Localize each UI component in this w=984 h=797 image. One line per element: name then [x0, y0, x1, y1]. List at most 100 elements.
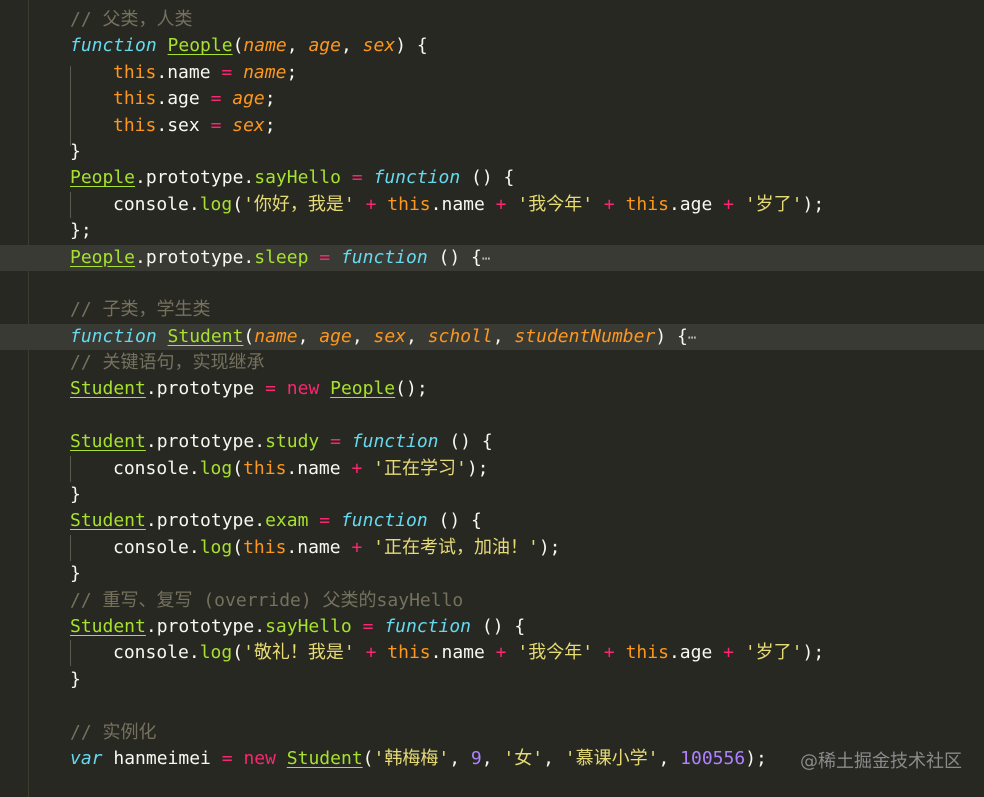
code-line-5[interactable]: this.sex = sex; — [0, 113, 984, 139]
code-line-15[interactable]: Student.prototype = new People(); — [0, 376, 984, 402]
code-line-27[interactable] — [0, 693, 984, 719]
code-line-12[interactable]: // 子类，学生类 — [0, 297, 984, 323]
class-name: Student — [70, 615, 146, 637]
code-line-17[interactable]: Student.prototype.study = function () { — [0, 429, 984, 455]
code-line-10[interactable]: People.prototype.sleep = function () {⋯ — [0, 244, 984, 271]
watermark-text: @稀土掘金技术社区 — [800, 751, 962, 772]
console: console. — [113, 536, 200, 558]
console: console. — [113, 457, 200, 479]
class-name: People — [167, 35, 233, 57]
comment: // 子类，学生类 — [70, 299, 211, 321]
code-line-3[interactable]: this.name = name; — [0, 60, 984, 86]
param: name — [254, 325, 298, 347]
comment: // 实例化 — [70, 721, 157, 743]
this-keyword: this — [113, 114, 157, 136]
class-name: People — [70, 246, 136, 268]
code-line-19[interactable]: } — [0, 482, 984, 508]
string: '正在学习' — [373, 457, 467, 479]
this-keyword: this — [113, 61, 157, 83]
prototype: .prototype. — [135, 246, 255, 268]
number: 9 — [470, 747, 482, 769]
console: console. — [113, 642, 200, 664]
property: .age — [668, 642, 713, 664]
comment: // 重写、复写 (override) 父类的sayHello — [70, 589, 464, 611]
property: .name — [286, 536, 341, 558]
keyword-function: function — [70, 35, 157, 57]
code-line-6[interactable]: } — [0, 139, 984, 165]
fold-ellipsis-icon[interactable]: ⋯ — [482, 251, 490, 267]
this-keyword: this — [625, 642, 669, 664]
code-line-9[interactable]: }; — [0, 218, 984, 244]
property: .name — [430, 642, 485, 664]
code-line-25[interactable]: console.log('敬礼！我是' + this.name + '我今年' … — [0, 640, 984, 666]
param: studentNumber — [514, 325, 656, 347]
keyword-function: function — [351, 431, 439, 453]
method-name: exam — [265, 510, 309, 532]
code-line-2[interactable]: function People(name, age, sex) { — [0, 33, 984, 59]
keyword-new: new — [286, 378, 320, 400]
code-editor[interactable]: // 父类，人类 function People(name, age, sex)… — [0, 0, 984, 797]
param: sex — [362, 35, 396, 57]
class-name: Student — [70, 378, 146, 400]
code-line-26[interactable]: } — [0, 667, 984, 693]
keyword-var: var — [70, 747, 103, 769]
code-lines[interactable]: // 父类，人类 function People(name, age, sex)… — [0, 7, 984, 772]
param: name — [243, 35, 287, 57]
string: '我今年' — [517, 642, 594, 664]
log-call: log — [199, 457, 233, 479]
class-name: People — [330, 378, 396, 400]
property: .name — [156, 61, 211, 83]
log-call: log — [199, 642, 233, 664]
console: console. — [113, 193, 200, 215]
keyword-function: function — [340, 246, 428, 268]
string: '岁了' — [744, 642, 803, 664]
number: 100556 — [680, 747, 746, 769]
keyword-function: function — [70, 325, 157, 347]
code-line-11[interactable] — [0, 271, 984, 297]
string: '正在考试，加油！' — [373, 536, 539, 558]
string: '你好，我是' — [243, 193, 355, 215]
code-line-24[interactable]: Student.prototype.sayHello = function ()… — [0, 614, 984, 640]
param: sex — [373, 325, 407, 347]
string: '岁了' — [744, 193, 803, 215]
prototype: .prototype — [145, 378, 255, 400]
variable-name: hanmeimei — [113, 747, 211, 769]
comment: // 关键语句，实现继承 — [70, 352, 265, 374]
keyword-new: new — [243, 747, 276, 769]
class-name: Student — [70, 431, 146, 453]
this-keyword: this — [243, 536, 287, 558]
this-keyword: this — [387, 642, 431, 664]
property: .name — [430, 193, 485, 215]
class-name: People — [70, 167, 136, 189]
code-line-8[interactable]: console.log('你好，我是' + this.name + '我今年' … — [0, 192, 984, 218]
log-call: log — [199, 193, 233, 215]
string: '敬礼！我是' — [243, 642, 355, 664]
code-line-18[interactable]: console.log(this.name + '正在学习'); — [0, 456, 984, 482]
string: '我今年' — [517, 193, 594, 215]
code-line-4[interactable]: this.age = age; — [0, 86, 984, 112]
code-line-23[interactable]: // 重写、复写 (override) 父类的sayHello — [0, 588, 984, 614]
code-line-22[interactable]: } — [0, 561, 984, 587]
code-line-1[interactable]: // 父类，人类 — [0, 7, 984, 33]
code-line-14[interactable]: // 关键语句，实现继承 — [0, 350, 984, 376]
log-call: log — [199, 536, 233, 558]
param: age — [232, 88, 265, 110]
string: '韩梅梅' — [373, 747, 450, 769]
prototype: .prototype. — [135, 167, 255, 189]
keyword-function: function — [373, 167, 461, 189]
this-keyword: this — [243, 457, 287, 479]
class-name: Student — [70, 510, 146, 532]
param: name — [243, 61, 287, 83]
code-line-20[interactable]: Student.prototype.exam = function () { — [0, 508, 984, 534]
code-line-13[interactable]: function Student(name, age, sex, scholl,… — [0, 323, 984, 351]
code-line-16[interactable] — [0, 403, 984, 429]
param: scholl — [427, 325, 493, 347]
code-line-21[interactable]: console.log(this.name + '正在考试，加油！'); — [0, 535, 984, 561]
string: '慕课小学' — [564, 747, 659, 769]
fold-ellipsis-icon[interactable]: ⋯ — [688, 330, 696, 346]
property: .name — [286, 457, 341, 479]
code-line-7[interactable]: People.prototype.sayHello = function () … — [0, 165, 984, 191]
method-name: sleep — [254, 246, 309, 268]
this-keyword: this — [625, 193, 669, 215]
code-line-28[interactable]: // 实例化 — [0, 720, 984, 746]
